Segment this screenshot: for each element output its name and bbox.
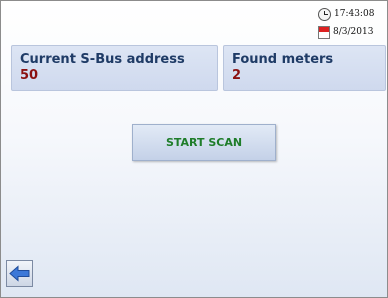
time-text: 17:43:08: [334, 9, 375, 19]
found-meters-label: Found meters: [232, 52, 334, 67]
scan-screen: 17:43:08 8/3/2013 Current S-Bus address …: [0, 0, 388, 298]
start-scan-button[interactable]: START SCAN: [132, 124, 276, 161]
found-meters-value: 2: [232, 68, 242, 83]
sbus-address-label: Current S-Bus address: [20, 52, 185, 67]
sbus-address-value: 50: [20, 68, 39, 83]
time-display: 17:43:08: [318, 7, 374, 21]
found-meters-panel: Found meters 2: [223, 45, 386, 91]
calendar-icon: [318, 25, 330, 39]
date-text: 8/3/2013: [333, 27, 374, 37]
clock-icon: [318, 7, 331, 21]
back-button[interactable]: [6, 260, 33, 287]
sbus-address-panel: Current S-Bus address 50: [11, 45, 218, 91]
date-display: 8/3/2013: [318, 25, 373, 39]
back-arrow-icon: [9, 265, 30, 282]
